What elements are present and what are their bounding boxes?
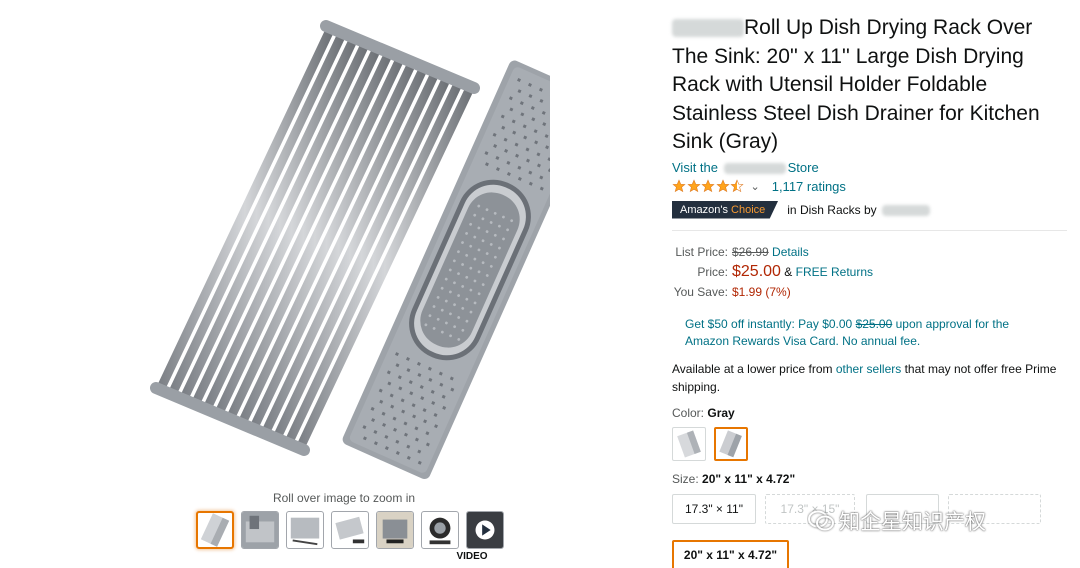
image-gallery: Roll over image to zoom in VIDEO bbox=[0, 0, 660, 568]
video-label: VIDEO bbox=[456, 551, 488, 562]
size-option-1[interactable]: 17.3" × 11" bbox=[672, 493, 756, 524]
promo-text-a: Get $50 off instantly: Pay $0.00 bbox=[685, 316, 853, 331]
thumbnail-3[interactable] bbox=[286, 511, 324, 549]
credit-card-promo[interactable]: Get $50 off instantly: Pay $0.00 $25.00 … bbox=[685, 316, 1055, 350]
price-table: List Price: $26.99 Details Price: $25.00… bbox=[672, 243, 1067, 302]
watermark-text: 知企星知识产权 bbox=[839, 510, 986, 534]
product-title: Roll Up Dish Drying Rack Over The Sink: … bbox=[672, 14, 1067, 157]
thumbnail-1[interactable] bbox=[196, 511, 234, 549]
amazons-choice-badge: Amazon's Choice bbox=[672, 200, 779, 219]
color-swatch-gray[interactable] bbox=[714, 426, 748, 461]
thumbnail-strip bbox=[196, 511, 504, 549]
choice-category-text: in Dish Racks by bbox=[787, 202, 877, 217]
store-link[interactable]: Visit the Store bbox=[672, 160, 1067, 176]
promo-strike-price: $25.00 bbox=[855, 316, 893, 331]
free-returns-link[interactable]: FREE Returns bbox=[796, 263, 873, 282]
star-rating[interactable] bbox=[672, 179, 745, 193]
size-option-selected[interactable]: 20" x 11" x 4.72" bbox=[672, 539, 789, 568]
redacted-brand bbox=[672, 19, 744, 38]
watermark: 知企星知识产权 bbox=[807, 506, 986, 536]
store-link-suffix: Store bbox=[787, 159, 819, 175]
redacted-seller bbox=[881, 204, 930, 216]
star-icon bbox=[701, 179, 715, 193]
product-main-image[interactable] bbox=[140, 10, 550, 480]
thumbnail-video[interactable] bbox=[466, 511, 504, 549]
price-label: Price: bbox=[697, 264, 728, 279]
thumbnail-4[interactable] bbox=[331, 511, 369, 549]
choice-category: in Dish Racks by bbox=[787, 203, 930, 217]
badge-prefix: Amazon's bbox=[680, 203, 728, 216]
wechat-icon bbox=[808, 510, 834, 531]
lower-price-prefix: Available at a lower price from bbox=[672, 361, 833, 376]
other-sellers-link[interactable]: other sellers bbox=[836, 362, 901, 376]
color-label-text: Color: bbox=[672, 405, 705, 420]
price-row: Price: $25.00 & FREE Returns bbox=[672, 262, 1067, 283]
size-label: Size: 20" x 11" x 4.72" bbox=[672, 472, 1067, 486]
product-details: Roll Up Dish Drying Rack Over The Sink: … bbox=[672, 14, 1067, 568]
size-label-text: Size: bbox=[672, 471, 699, 486]
badge-choice: Choice bbox=[731, 203, 766, 216]
free-returns-sep: & bbox=[784, 264, 793, 279]
thumbnail-2[interactable] bbox=[241, 511, 279, 549]
size-selected: 20" x 11" x 4.72" bbox=[702, 471, 796, 486]
store-link-prefix: Visit the bbox=[672, 159, 719, 175]
thumbnail-6[interactable] bbox=[421, 511, 459, 549]
color-swatch-1[interactable] bbox=[672, 426, 706, 461]
divider bbox=[672, 229, 1067, 231]
rating-row: ⌄ 1,117 ratings bbox=[672, 177, 1067, 196]
list-price-label: List Price: bbox=[675, 244, 728, 259]
star-icon bbox=[715, 179, 730, 193]
thumbnail-5[interactable] bbox=[376, 511, 414, 549]
list-price-value: $26.99 bbox=[732, 244, 769, 259]
star-icon bbox=[686, 179, 701, 193]
you-save-value: $1.99 (7%) bbox=[732, 284, 791, 299]
redacted-store-name bbox=[723, 162, 786, 174]
you-save-row: You Save: $1.99 (7%) bbox=[672, 283, 1067, 302]
lower-price-notice: Available at a lower price from other se… bbox=[672, 360, 1067, 396]
amazons-choice-row: Amazon's Choice in Dish Racks by bbox=[672, 200, 1067, 219]
color-label: Color: Gray bbox=[672, 406, 1067, 420]
chevron-down-icon[interactable]: ⌄ bbox=[751, 180, 760, 193]
ratings-count-link[interactable]: 1,117 ratings bbox=[772, 179, 846, 194]
list-price-row: List Price: $26.99 Details bbox=[672, 243, 1067, 262]
color-selected: Gray bbox=[707, 405, 735, 420]
price-value: $25.00 bbox=[732, 262, 781, 280]
star-half-icon bbox=[730, 179, 744, 193]
zoom-hint: Roll over image to zoom in bbox=[272, 491, 416, 505]
you-save-label: You Save: bbox=[673, 284, 728, 299]
star-icon bbox=[672, 179, 686, 193]
details-link[interactable]: Details bbox=[772, 243, 809, 262]
color-swatches bbox=[672, 426, 1067, 461]
